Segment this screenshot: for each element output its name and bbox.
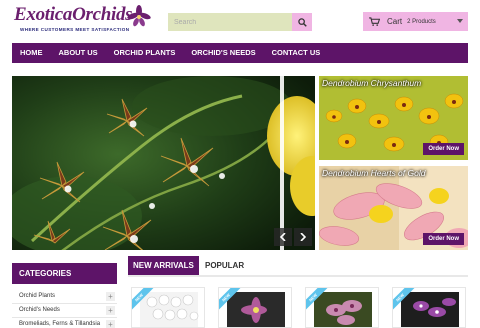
category-label: Bromeliads, Ferns & Tillandsia — [19, 321, 101, 327]
expand-plus-icon[interactable]: + — [106, 306, 115, 315]
promo-title: Dendrobium Chrysanthum — [322, 78, 422, 88]
hero-orchid-image — [12, 76, 315, 250]
logo-text: ExoticaOrchids — [14, 4, 133, 25]
promo-banner[interactable]: Dendrobium Chrysanthum Order Now — [319, 76, 468, 160]
tab-new-arrivals[interactable]: NEW ARRIVALS — [128, 256, 199, 275]
product-card[interactable]: NEW — [131, 287, 205, 328]
promo-title: Dendrobium Hearts of Gold — [322, 168, 426, 178]
category-label: Orchid Plants — [19, 293, 56, 299]
search-input[interactable] — [168, 13, 292, 31]
logo-tagline: WHERE CUSTOMERS MEET SATISFACTION — [20, 27, 130, 32]
nav-contact-us[interactable]: CONTACT US — [264, 43, 329, 63]
product-card[interactable]: NEW — [218, 287, 292, 328]
category-item-orchid-plants[interactable]: Orchid Plants + — [12, 290, 117, 304]
expand-plus-icon[interactable]: + — [106, 292, 115, 301]
slider-prev-button[interactable] — [274, 228, 292, 246]
chevron-right-icon — [300, 233, 306, 241]
product-grid: NEW NEW NEW NEW — [128, 287, 468, 328]
orchid-logo-icon — [127, 5, 151, 27]
cart-label: Cart — [387, 17, 403, 26]
cart-button[interactable]: Cart 2 Products — [363, 12, 468, 31]
slider-next-button[interactable] — [294, 228, 312, 246]
cart-count: 2 Products — [407, 18, 436, 25]
tab-popular[interactable]: POPULAR — [200, 256, 249, 275]
order-now-button[interactable]: Order Now — [423, 143, 464, 155]
nav-about-us[interactable]: ABOUT US — [51, 43, 106, 63]
category-label: Orchid's Needs — [19, 307, 60, 313]
nav-orchids-needs[interactable]: ORCHID'S NEEDS — [183, 43, 263, 63]
category-item-orchids-needs[interactable]: Orchid's Needs + — [12, 304, 117, 318]
search-button[interactable] — [292, 13, 312, 31]
main-nav: HOME ABOUT US ORCHID PLANTS ORCHID'S NEE… — [12, 43, 468, 63]
product-tabs: NEW ARRIVALS POPULAR — [128, 256, 468, 277]
category-item-bromeliads[interactable]: Bromeliads, Ferns & Tillandsia + — [12, 318, 117, 328]
chevron-down-icon — [457, 19, 463, 23]
promo-banner[interactable]: Dendrobium Hearts of Gold Order Now — [319, 166, 468, 250]
order-now-button[interactable]: Order Now — [423, 233, 464, 245]
cart-icon — [369, 17, 380, 26]
expand-plus-icon[interactable]: + — [106, 320, 115, 328]
product-card[interactable]: NEW — [392, 287, 466, 328]
product-card[interactable]: NEW — [305, 287, 379, 328]
search-bar — [168, 13, 312, 31]
category-list: Orchid Plants + Orchid's Needs + Bromeli… — [12, 290, 117, 328]
nav-home[interactable]: HOME — [12, 43, 51, 63]
chevron-left-icon — [280, 233, 286, 241]
categories-heading: CATEGORIES — [12, 263, 117, 284]
hero-slider — [12, 76, 315, 250]
site-logo[interactable]: ExoticaOrchids WHERE CUSTOMERS MEET SATI… — [14, 4, 151, 36]
search-icon — [297, 17, 307, 27]
nav-orchid-plants[interactable]: ORCHID PLANTS — [106, 43, 184, 63]
